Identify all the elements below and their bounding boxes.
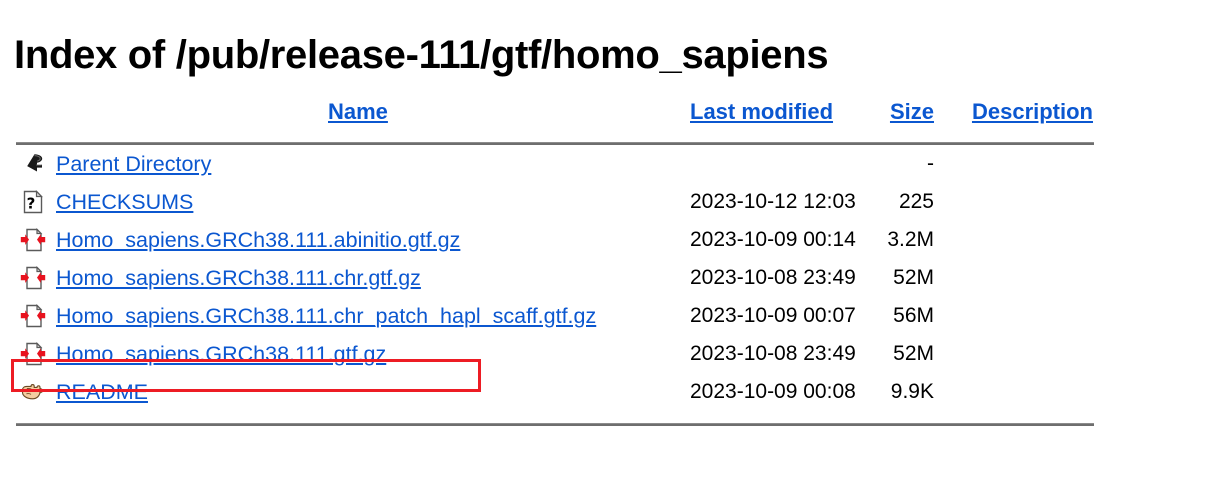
unknown-file-icon: ? bbox=[20, 189, 46, 215]
cell-name: Homo_sapiens.GRCh38.111.chr_patch_hapl_s… bbox=[56, 297, 684, 335]
table-row: Parent Directory - bbox=[16, 145, 1094, 183]
cell-last-modified: 2023-10-12 12:03 bbox=[690, 190, 856, 213]
header-icon-spacer bbox=[16, 94, 56, 130]
cell-name: CHECKSUMS bbox=[56, 183, 684, 221]
compressed-file-icon bbox=[20, 227, 46, 253]
cell-icon bbox=[16, 259, 56, 297]
cell-icon bbox=[16, 297, 56, 335]
cell-icon bbox=[16, 335, 56, 373]
file-link[interactable]: Parent Directory bbox=[56, 152, 211, 176]
compressed-file-icon bbox=[20, 341, 46, 367]
table-row: Homo_sapiens.GRCh38.111.chr_patch_hapl_s… bbox=[16, 297, 1094, 335]
separator-cell bbox=[16, 411, 1094, 426]
cell-last-modified: 2023-10-08 23:49 bbox=[690, 342, 856, 365]
cell-description bbox=[934, 373, 1094, 411]
cell-size: - bbox=[927, 152, 934, 175]
separator-cell bbox=[16, 130, 1094, 145]
file-link[interactable]: README bbox=[56, 380, 148, 404]
sort-by-name-link[interactable]: Name bbox=[328, 99, 388, 124]
footer-separator-row bbox=[16, 411, 1094, 426]
cell-description bbox=[934, 145, 1094, 183]
file-link[interactable]: Homo_sapiens.GRCh38.111.gtf.gz bbox=[56, 342, 386, 366]
sort-by-description-link[interactable]: Description bbox=[972, 99, 1093, 124]
cell-last-modified bbox=[684, 145, 872, 183]
cell-name: README bbox=[56, 373, 684, 411]
table-row: README 2023-10-09 00:08 9.9K bbox=[16, 373, 1094, 411]
file-link[interactable]: Homo_sapiens.GRCh38.111.abinitio.gtf.gz bbox=[56, 228, 460, 252]
cell-description bbox=[934, 221, 1094, 259]
cell-last-modified: 2023-10-09 00:08 bbox=[690, 380, 856, 403]
cell-size: 52M bbox=[893, 342, 934, 365]
page-title: Index of /pub/release-111/gtf/homo_sapie… bbox=[14, 32, 829, 77]
cell-name: Homo_sapiens.GRCh38.111.chr.gtf.gz bbox=[56, 259, 684, 297]
cell-last-modified: 2023-10-09 00:14 bbox=[690, 228, 856, 251]
cell-icon: ? bbox=[16, 183, 56, 221]
back-arrow-icon bbox=[20, 151, 46, 177]
header-cell-name: Name bbox=[56, 94, 684, 130]
header-separator-row bbox=[16, 130, 1094, 145]
directory-listing-body: Parent Directory -? CHECKSUMS 2023-10-12 12… bbox=[16, 145, 1094, 411]
cell-size: 225 bbox=[898, 190, 934, 213]
cell-icon bbox=[16, 373, 56, 411]
hand-right-icon bbox=[20, 379, 46, 405]
cell-description bbox=[934, 259, 1094, 297]
cell-name: Homo_sapiens.GRCh38.111.abinitio.gtf.gz bbox=[56, 221, 684, 259]
table-row: ? CHECKSUMS 2023-10-12 12:03 225 bbox=[16, 183, 1094, 221]
cell-description bbox=[934, 183, 1094, 221]
table-header-row: Name Last modified Size Description bbox=[16, 94, 1094, 130]
table-row: Homo_sapiens.GRCh38.111.gtf.gz 2023-10-08… bbox=[16, 335, 1094, 373]
horizontal-rule-bottom bbox=[16, 423, 1094, 426]
cell-name: Parent Directory bbox=[56, 145, 684, 183]
file-link[interactable]: CHECKSUMS bbox=[56, 190, 193, 214]
file-link[interactable]: Homo_sapiens.GRCh38.111.chr_patch_hapl_s… bbox=[56, 304, 596, 328]
cell-size: 52M bbox=[893, 266, 934, 289]
cell-description bbox=[934, 297, 1094, 335]
header-cell-size: Size bbox=[872, 94, 934, 130]
table-row: Homo_sapiens.GRCh38.111.abinitio.gtf.gz 2… bbox=[16, 221, 1094, 259]
directory-listing-table: Name Last modified Size Description Pare… bbox=[16, 94, 1094, 426]
file-link[interactable]: Homo_sapiens.GRCh38.111.chr.gtf.gz bbox=[56, 266, 421, 290]
cell-last-modified: 2023-10-08 23:49 bbox=[690, 266, 856, 289]
sort-by-size-link[interactable]: Size bbox=[890, 99, 934, 124]
cell-size: 3.2M bbox=[887, 228, 934, 251]
cell-name: Homo_sapiens.GRCh38.111.gtf.gz bbox=[56, 335, 684, 373]
table-row: Homo_sapiens.GRCh38.111.chr.gtf.gz 2023-1… bbox=[16, 259, 1094, 297]
cell-size: 9.9K bbox=[890, 380, 934, 403]
sort-by-last-modified-link[interactable]: Last modified bbox=[690, 99, 833, 124]
cell-icon bbox=[16, 145, 56, 183]
cell-last-modified: 2023-10-09 00:07 bbox=[690, 304, 856, 327]
header-cell-last-modified: Last modified bbox=[684, 94, 872, 130]
compressed-file-icon bbox=[20, 265, 46, 291]
compressed-file-icon bbox=[20, 303, 46, 329]
svg-text:?: ? bbox=[27, 194, 36, 212]
header-cell-description: Description bbox=[934, 94, 1094, 130]
cell-size: 56M bbox=[893, 304, 934, 327]
cell-description bbox=[934, 335, 1094, 373]
cell-icon bbox=[16, 221, 56, 259]
